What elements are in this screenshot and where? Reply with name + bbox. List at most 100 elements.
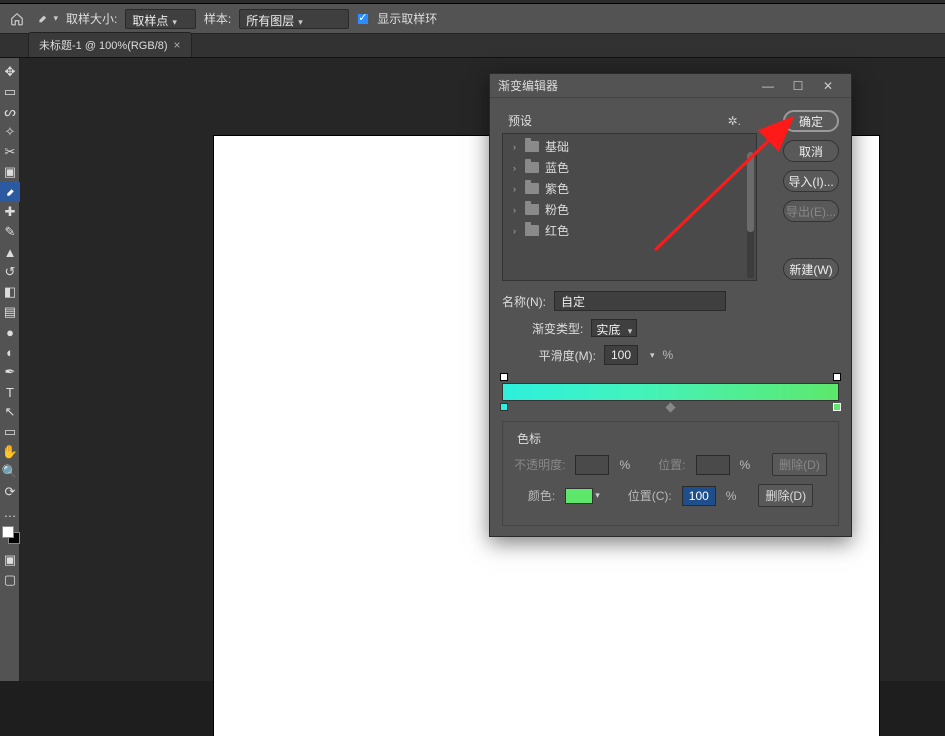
midpoint-marker[interactable]: [666, 403, 676, 413]
new-button[interactable]: 新建(W): [783, 258, 839, 280]
show-ring-label: 显示取样环: [377, 10, 437, 27]
close-icon[interactable]: ×: [174, 38, 181, 52]
folder-icon: [525, 225, 539, 236]
shape-tool[interactable]: ▭: [0, 422, 20, 442]
brush-tool[interactable]: ✎: [0, 222, 20, 242]
smoothness-input[interactable]: [604, 345, 638, 365]
document-tab[interactable]: 未标题-1 @ 100%(RGB/8) ×: [28, 32, 192, 57]
blur-tool[interactable]: ●: [0, 322, 20, 342]
lasso-tool[interactable]: ᔕ: [0, 102, 20, 122]
quickmask-toggle[interactable]: ▣: [0, 550, 20, 570]
folder-icon: [525, 204, 539, 215]
gradient-tool[interactable]: ▤: [0, 302, 20, 322]
cancel-button[interactable]: 取消: [783, 140, 839, 162]
chevron-right-icon: ›: [513, 184, 519, 194]
chevron-down-icon: ▾: [53, 13, 58, 24]
position-c-label: 位置(C):: [628, 487, 672, 504]
delete-color-stop-button[interactable]: 删除(D): [758, 484, 813, 507]
sample-from-label: 样本:: [204, 10, 231, 27]
sample-size-label: 取样大小:: [66, 10, 117, 27]
chevron-right-icon: ›: [513, 226, 519, 236]
chevron-down-icon: ▾: [172, 17, 177, 27]
dialog-titlebar[interactable]: 渐变编辑器 — ☐ ✕: [490, 74, 851, 98]
stops-panel: 色标 不透明度: % 位置: % 删除(D) 颜色: ▾ 位置(C): % 删除…: [502, 421, 839, 526]
folder-icon: [525, 141, 539, 152]
gradient-ramp[interactable]: [502, 373, 839, 411]
chevron-right-icon: ›: [513, 142, 519, 152]
ok-button[interactable]: 确定: [783, 110, 839, 132]
folder-icon: [525, 183, 539, 194]
smoothness-label: 平滑度(M):: [532, 347, 596, 364]
move-tool[interactable]: ✥: [0, 62, 20, 82]
preset-folder[interactable]: › 红色: [503, 220, 756, 241]
scrollbar[interactable]: [747, 152, 754, 278]
eraser-tool[interactable]: ◧: [0, 282, 20, 302]
stops-header: 色标: [513, 430, 828, 447]
position-input: [696, 455, 730, 475]
dialog-title: 渐变编辑器: [498, 77, 753, 94]
preset-folder[interactable]: › 蓝色: [503, 157, 756, 178]
name-input[interactable]: [554, 291, 726, 311]
percent-sign: %: [726, 489, 737, 503]
gear-icon[interactable]: ✲.: [728, 114, 751, 128]
sample-size-select[interactable]: 取样点▾: [125, 9, 196, 29]
gradient-type-select[interactable]: 实底 ▾: [591, 319, 637, 337]
export-button[interactable]: 导出(E)...: [783, 200, 839, 222]
marquee-tool[interactable]: ▭: [0, 82, 20, 102]
type-tool[interactable]: T: [0, 382, 20, 402]
chevron-down-icon: ▾: [298, 17, 303, 27]
gradient-bar[interactable]: [502, 383, 839, 401]
opacity-stop-left[interactable]: [500, 373, 508, 381]
maximize-icon[interactable]: ☐: [783, 79, 813, 93]
eyedropper-icon[interactable]: ▾: [36, 8, 58, 30]
chevron-right-icon: ›: [513, 163, 519, 173]
preset-folder[interactable]: › 紫色: [503, 178, 756, 199]
opacity-label: 不透明度:: [514, 456, 565, 473]
wand-tool[interactable]: ✧: [0, 122, 20, 142]
crop-tool[interactable]: ✂: [0, 142, 20, 162]
tools-panel: ✥ ▭ ᔕ ✧ ✂ ▣ ✚ ✎ ▲ ↺ ◧ ▤ ● ◐ ✒ T ↖ ▭ ✋ 🔍 …: [0, 58, 20, 681]
opacity-stop-right[interactable]: [833, 373, 841, 381]
preset-folder-label: 蓝色: [545, 159, 569, 176]
chevron-down-icon[interactable]: ▾: [650, 350, 655, 361]
color-stop-left[interactable]: [500, 403, 508, 411]
eyedropper-tool[interactable]: [0, 182, 20, 202]
color-swatch[interactable]: ▾: [565, 488, 600, 504]
stamp-tool[interactable]: ▲: [0, 242, 20, 262]
hand-tool[interactable]: ✋: [0, 442, 20, 462]
delete-opacity-stop-button: 删除(D): [772, 453, 827, 476]
heal-tool[interactable]: ✚: [0, 202, 20, 222]
folder-icon: [525, 162, 539, 173]
percent-sign: %: [740, 458, 751, 472]
close-icon[interactable]: ✕: [813, 79, 843, 93]
preset-folder-label: 红色: [545, 222, 569, 239]
color-stop-right[interactable]: [833, 403, 841, 411]
history-brush-tool[interactable]: ↺: [0, 262, 20, 282]
dodge-tool[interactable]: ◐: [0, 342, 20, 362]
sample-from-select[interactable]: 所有图层▾: [239, 9, 349, 29]
options-bar: ▾ 取样大小: 取样点▾ 样本: 所有图层▾ 显示取样环: [0, 4, 945, 34]
show-ring-checkbox[interactable]: [357, 13, 369, 25]
pen-tool[interactable]: ✒: [0, 362, 20, 382]
fg-bg-swatch[interactable]: [0, 526, 19, 550]
preset-folder[interactable]: › 基础: [503, 136, 756, 157]
import-button[interactable]: 导入(I)...: [783, 170, 839, 192]
presets-label: 预设: [508, 112, 532, 129]
rotate-tool[interactable]: ⟳: [0, 482, 20, 502]
minimize-icon[interactable]: —: [753, 79, 783, 93]
preset-folder-label: 粉色: [545, 201, 569, 218]
foreground-color[interactable]: [2, 526, 14, 538]
frame-tool[interactable]: ▣: [0, 162, 20, 182]
zoom-tool[interactable]: 🔍: [0, 462, 20, 482]
screenmode-toggle[interactable]: ▢: [0, 570, 20, 590]
preset-folder[interactable]: › 粉色: [503, 199, 756, 220]
gradient-editor-dialog: 渐变编辑器 — ☐ ✕ 预设 ✲. › 基础 › 蓝色: [489, 73, 852, 537]
position-c-input[interactable]: [682, 486, 716, 506]
path-tool[interactable]: ↖: [0, 402, 20, 422]
opacity-input: [575, 455, 609, 475]
extra-tool-1[interactable]: …: [0, 502, 20, 522]
preset-folder-label: 基础: [545, 138, 569, 155]
home-icon[interactable]: [6, 8, 28, 30]
percent-sign: %: [663, 348, 674, 362]
presets-list[interactable]: › 基础 › 蓝色 › 紫色 › 粉色: [502, 133, 757, 281]
